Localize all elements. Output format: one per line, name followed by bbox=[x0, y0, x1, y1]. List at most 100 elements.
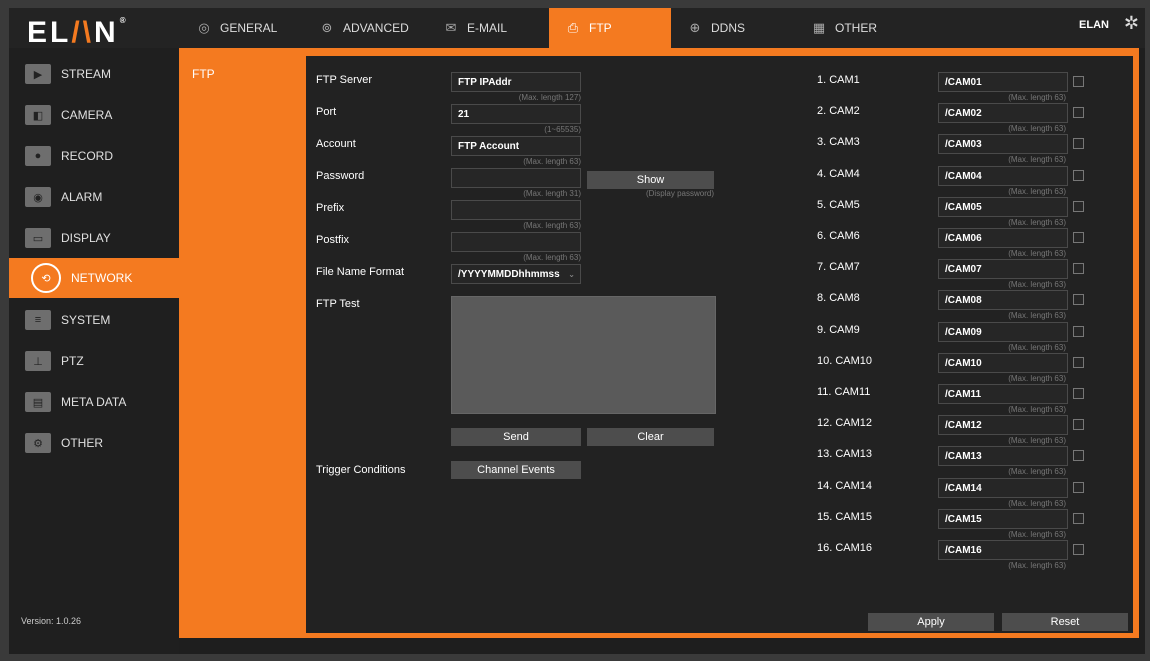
cam-hint: (Max. length 63) bbox=[1008, 186, 1066, 196]
cam-enable-checkbox[interactable] bbox=[1073, 200, 1084, 212]
cam-enable-checkbox[interactable] bbox=[1073, 107, 1084, 119]
ptz-icon: ⊥ bbox=[25, 351, 51, 371]
prefix-hint: (Max. length 63) bbox=[523, 221, 581, 230]
cam-folder-input[interactable]: /CAM08 bbox=[938, 290, 1068, 311]
cam-folder-input[interactable]: /CAM09 bbox=[938, 321, 1068, 342]
cam-label: 12. CAM12 bbox=[817, 417, 873, 430]
sidebar-item-record[interactable]: ● RECORD bbox=[9, 136, 179, 176]
ftp-server-input[interactable]: FTP IPAddr bbox=[451, 72, 581, 92]
cam-folder-input[interactable]: /CAM02 bbox=[938, 103, 1068, 124]
port-hint: (1~65535) bbox=[544, 125, 581, 134]
record-icon: ● bbox=[25, 146, 51, 166]
channel-events-button[interactable]: Channel Events bbox=[451, 461, 581, 479]
cam-folder-input[interactable]: /CAM13 bbox=[938, 446, 1068, 467]
cam-label: 8. CAM8 bbox=[817, 292, 860, 305]
send-button[interactable]: Send bbox=[451, 428, 581, 446]
account-input[interactable]: FTP Account bbox=[451, 136, 581, 156]
tab-ddns[interactable]: ⊕ DDNS bbox=[671, 8, 791, 48]
tab-advanced[interactable]: ⊚ ADVANCED bbox=[303, 8, 423, 48]
meta-data-icon: ▤ bbox=[25, 392, 51, 412]
elan-logo: EL/\N® bbox=[27, 16, 129, 49]
show-password-button[interactable]: Show bbox=[587, 171, 714, 189]
cam-enable-checkbox[interactable] bbox=[1073, 356, 1084, 368]
cam-enable-checkbox[interactable] bbox=[1073, 263, 1084, 275]
cam-enable-checkbox[interactable] bbox=[1073, 169, 1084, 181]
ftp-settings-panel: FTP Server FTP IPAddr (Max. length 127) … bbox=[306, 56, 1133, 633]
sidebar-item-display[interactable]: ▭ DISPLAY bbox=[9, 218, 179, 258]
cam-hint: (Max. length 63) bbox=[1008, 405, 1066, 414]
tab-ftp[interactable]: ⎙ FTP bbox=[549, 8, 671, 48]
other-icon: ▦ bbox=[812, 20, 826, 35]
cam-folder-input[interactable]: /CAM05 bbox=[938, 196, 1068, 217]
cam-folder-input[interactable]: /CAM15 bbox=[938, 508, 1068, 529]
cam-enable-checkbox[interactable] bbox=[1073, 294, 1084, 306]
cam-enable-checkbox[interactable] bbox=[1073, 388, 1084, 399]
sidebar-item-network[interactable]: ⟲ NETWORK bbox=[9, 258, 179, 298]
show-password-hint: (Display password) bbox=[645, 189, 714, 198]
cam-label: 11. CAM11 bbox=[817, 386, 871, 398]
cam-enable-checkbox[interactable] bbox=[1073, 544, 1084, 555]
cam-folder-input[interactable]: /CAM06 bbox=[938, 228, 1068, 248]
sidebar-item-other[interactable]: ⚙ OTHER bbox=[9, 423, 179, 463]
cam-enable-checkbox[interactable] bbox=[1073, 450, 1084, 462]
cam-folder-input[interactable]: /CAM16 bbox=[938, 540, 1068, 560]
cam-enable-checkbox[interactable] bbox=[1073, 512, 1084, 524]
version-text: Version: 1.0.26 bbox=[21, 616, 82, 626]
sidebar-item-camera[interactable]: ◧ CAMERA bbox=[9, 95, 179, 135]
sidebar-item-system[interactable]: ≡ SYSTEM bbox=[9, 300, 179, 340]
user-name[interactable]: ELAN bbox=[1079, 19, 1109, 31]
cam-label: 3. CAM3 bbox=[817, 136, 860, 149]
cam-enable-checkbox[interactable] bbox=[1073, 419, 1084, 431]
cam-folder-input[interactable]: /CAM04 bbox=[938, 165, 1068, 186]
apply-button[interactable]: Apply bbox=[868, 613, 994, 631]
cam-label: 15. CAM15 bbox=[817, 510, 873, 523]
cam-folder-input[interactable]: /CAM01 bbox=[938, 72, 1068, 92]
display-icon: ▭ bbox=[25, 228, 51, 248]
gear-icon[interactable]: ✲ bbox=[1124, 13, 1139, 34]
cam-folder-input[interactable]: /CAM03 bbox=[938, 134, 1068, 155]
tab-label: GENERAL bbox=[220, 21, 278, 35]
cam-hint: (Max. length 63) bbox=[1008, 217, 1066, 227]
email-icon: ✉ bbox=[445, 20, 457, 35]
password-hint: (Max. length 31) bbox=[523, 189, 581, 198]
cam-enable-checkbox[interactable] bbox=[1073, 138, 1084, 150]
cam-hint: (Max. length 63) bbox=[1008, 561, 1066, 570]
cam-folder-input[interactable]: /CAM12 bbox=[938, 415, 1068, 436]
sidebar-item-meta-data[interactable]: ▤ META DATA bbox=[9, 382, 179, 422]
system-icon: ≡ bbox=[25, 310, 51, 330]
cam-folder-input[interactable]: /CAM11 bbox=[938, 384, 1068, 404]
cam-folder-input[interactable]: /CAM07 bbox=[938, 259, 1068, 280]
cam-hint: (Max. length 63) bbox=[1008, 467, 1066, 477]
ftp-test-output[interactable] bbox=[451, 296, 716, 414]
cam-label: 2. CAM2 bbox=[817, 105, 860, 118]
advanced-icon: ⊚ bbox=[321, 20, 333, 35]
cam-enable-checkbox[interactable] bbox=[1073, 481, 1084, 493]
cam-enable-checkbox[interactable] bbox=[1073, 232, 1084, 243]
sidebar-item-stream[interactable]: ▶ STREAM bbox=[9, 54, 179, 94]
tab-general[interactable]: ◎ GENERAL bbox=[180, 8, 300, 48]
sidebar-item-alarm[interactable]: ◉ ALARM bbox=[9, 177, 179, 217]
sidebar-item-label: META DATA bbox=[61, 395, 127, 409]
cam-label: 16. CAM16 bbox=[817, 542, 873, 554]
cam-enable-checkbox[interactable] bbox=[1073, 325, 1084, 337]
file-name-format-select[interactable]: /YYYYMMDDhhmmss ⌄ bbox=[451, 264, 581, 284]
tab-other[interactable]: ▦ OTHER bbox=[795, 8, 915, 48]
clear-button[interactable]: Clear bbox=[587, 428, 714, 446]
general-icon: ◎ bbox=[198, 20, 210, 35]
subnav-item-ftp[interactable]: FTP bbox=[192, 67, 215, 81]
network-icon: ⟲ bbox=[31, 263, 61, 293]
prefix-input[interactable] bbox=[451, 200, 581, 220]
tab-email[interactable]: ✉ E-MAIL bbox=[427, 8, 547, 48]
port-input[interactable]: 21 bbox=[451, 104, 581, 124]
reset-button[interactable]: Reset bbox=[1002, 613, 1128, 631]
file-name-format-value: /YYYYMMDDhhmmss bbox=[458, 269, 560, 280]
sidebar: ▶ STREAM ◧ CAMERA ● RECORD ◉ ALARM ▭ DISPLAY … bbox=[9, 48, 179, 654]
cam-folder-input[interactable]: /CAM14 bbox=[938, 477, 1068, 498]
postfix-input[interactable] bbox=[451, 232, 581, 252]
password-label: Password bbox=[316, 170, 365, 182]
cam-folder-input[interactable]: /CAM10 bbox=[938, 352, 1068, 373]
sidebar-item-ptz[interactable]: ⊥ PTZ bbox=[9, 341, 179, 381]
password-input[interactable] bbox=[451, 168, 581, 188]
cam-label: 10. CAM10 bbox=[817, 354, 873, 367]
cam-enable-checkbox[interactable] bbox=[1073, 76, 1084, 87]
